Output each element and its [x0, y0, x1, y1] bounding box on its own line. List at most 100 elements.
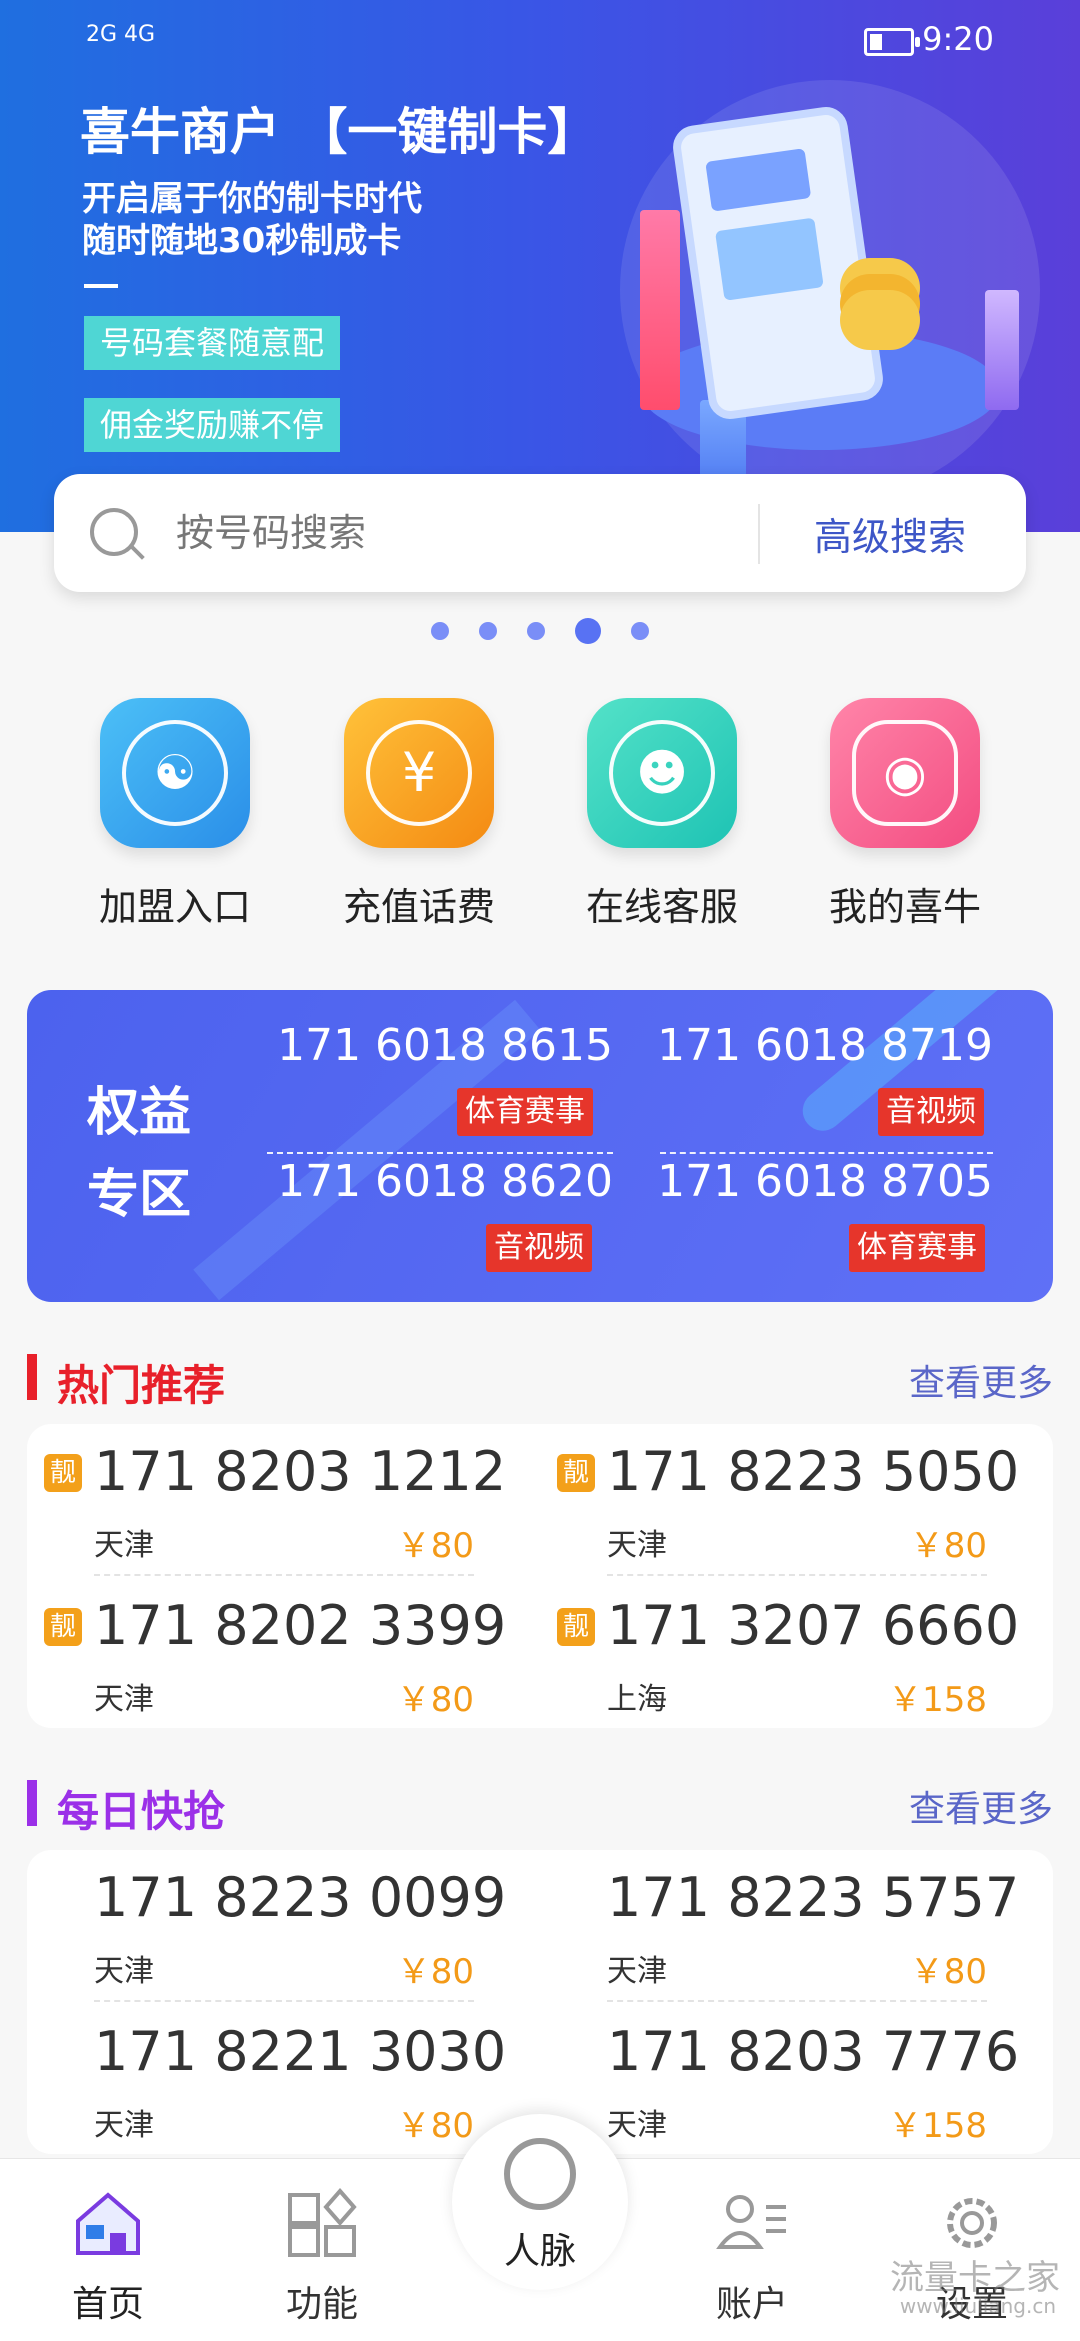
equity-divider	[267, 1152, 613, 1154]
equity-number[interactable]: 171 6018 8620	[267, 1156, 613, 1207]
pretty-number-badge: 靓	[44, 1454, 82, 1492]
hot-section-title: 热门推荐	[57, 1361, 226, 1410]
number-city: 天津	[607, 1954, 667, 1989]
row-divider	[607, 1574, 987, 1576]
number-item[interactable]: 靓 171 8203 1212 天津 ￥80	[44, 1424, 506, 1574]
equity-tag: 体育赛事	[849, 1224, 985, 1272]
phone-number: 171 8223 5050	[607, 1440, 1020, 1503]
number-item[interactable]: 靓 171 8223 5050 天津 ￥80	[557, 1424, 1019, 1574]
status-time: 9:20	[922, 20, 994, 58]
signal-indicator: 2G 4G	[86, 22, 156, 47]
phone-number: 171 8223 5757	[607, 1866, 1020, 1929]
carousel-indicator	[0, 618, 1080, 654]
equity-number[interactable]: 171 6018 8719	[647, 1020, 993, 1071]
equity-tag: 音视频	[486, 1224, 592, 1272]
battery-icon	[864, 28, 920, 56]
number-city: 天津	[94, 1528, 154, 1563]
banner-subtitle: 开启属于你的制卡时代 随时随地30秒制成卡	[82, 178, 422, 262]
equity-title-line2: 专区	[87, 1165, 192, 1225]
tab-label: 功能	[285, 2284, 358, 2325]
number-price: ￥80	[909, 1952, 987, 1992]
equity-number[interactable]: 171 6018 8615	[267, 1020, 613, 1071]
row-divider	[94, 1574, 474, 1576]
phone-number: 171 8223 0099	[94, 1866, 507, 1929]
banner-subtitle-line1: 开启属于你的制卡时代	[82, 179, 422, 219]
quick-action-recharge[interactable]: ¥ 充值话费	[319, 698, 519, 931]
number-city: 天津	[607, 2108, 667, 2143]
banner-bar-chart-decoration	[640, 210, 680, 410]
banner-coins-illustration	[840, 290, 920, 350]
tab-home[interactable]: 首页	[8, 2159, 208, 2341]
search-bar: 高级搜索	[54, 474, 1026, 592]
daily-numbers-card: 171 8223 0099 天津 ￥80 171 8223 5757 天津 ￥8…	[27, 1850, 1053, 2154]
gear-icon	[947, 2198, 997, 2248]
number-price: ￥80	[909, 1526, 987, 1566]
cow-icon: ◉	[830, 698, 980, 848]
search-divider	[758, 504, 760, 564]
phone-number: 171 8203 1212	[94, 1440, 507, 1503]
carousel-dot[interactable]	[431, 622, 449, 640]
banner-tag-2: 佣金奖励赚不停	[84, 398, 341, 452]
number-city: 上海	[607, 1682, 667, 1717]
number-price: ￥158	[888, 1680, 987, 1720]
number-price: ￥80	[396, 2106, 474, 2146]
watermark: 流量卡之家	[890, 2258, 1060, 2298]
daily-section-header: 每日快抢 查看更多	[27, 1774, 1053, 1836]
section-marker	[27, 1354, 37, 1400]
number-item[interactable]: 靓 171 8202 3399 天津 ￥80	[44, 1578, 506, 1728]
account-card-icon	[716, 2195, 786, 2249]
quick-action-support[interactable]: ☻ 在线客服	[562, 698, 762, 931]
status-bar: 2G 4G 9:20	[0, 0, 1080, 80]
equity-number[interactable]: 171 6018 8705	[647, 1156, 993, 1207]
phone-number: 171 8203 7776	[607, 2020, 1020, 2083]
tab-account[interactable]: 账户	[652, 2159, 852, 2341]
search-icon	[90, 508, 138, 556]
tab-label: 首页	[71, 2284, 144, 2325]
tab-label: 账户	[715, 2284, 788, 2325]
hot-numbers-card: 靓 171 8203 1212 天津 ￥80 靓 171 8223 5050 天…	[27, 1424, 1053, 1728]
quick-action-label: 在线客服	[585, 885, 738, 929]
number-city: 天津	[607, 1528, 667, 1563]
number-item[interactable]: 171 8203 7776 天津 ￥158	[607, 2004, 1019, 2154]
pretty-number-badge: 靓	[557, 1608, 595, 1646]
carousel-dot[interactable]	[479, 622, 497, 640]
advanced-search-button[interactable]: 高级搜索	[814, 506, 966, 561]
equity-zone[interactable]: 权益 专区 171 6018 8615 体育赛事 171 6018 8719 音…	[27, 990, 1053, 1302]
carousel-dot-active[interactable]	[575, 618, 601, 644]
number-city: 天津	[94, 1954, 154, 1989]
row-divider	[94, 2000, 474, 2002]
number-city: 天津	[94, 1682, 154, 1717]
tab-features[interactable]: 功能	[222, 2159, 422, 2341]
equity-tag: 体育赛事	[457, 1088, 593, 1136]
carousel-dot[interactable]	[527, 622, 545, 640]
phone-number: 171 8202 3399	[94, 1594, 507, 1657]
quick-action-join[interactable]: ☯ 加盟入口	[75, 698, 275, 931]
number-price: ￥80	[396, 1680, 474, 1720]
number-city: 天津	[94, 2108, 154, 2143]
row-divider	[607, 2000, 987, 2002]
number-item[interactable]: 靓 171 3207 6660 上海 ￥158	[557, 1578, 1019, 1728]
quick-actions: ☯ 加盟入口 ¥ 充值话费 ☻ 在线客服 ◉ 我的喜牛	[0, 698, 1080, 938]
number-item[interactable]: 171 8223 5757 天津 ￥80	[607, 1850, 1019, 2000]
daily-see-more-link[interactable]: 查看更多	[909, 1780, 1053, 1832]
quick-action-my-xiniu[interactable]: ◉ 我的喜牛	[805, 698, 1005, 931]
search-input[interactable]	[174, 504, 778, 562]
tab-contacts[interactable]: 人脉	[452, 2114, 628, 2290]
banner-title: 喜牛商户 【一键制卡】	[80, 103, 598, 161]
daily-section-title: 每日快抢	[57, 1787, 226, 1836]
section-marker	[27, 1780, 37, 1826]
equity-divider	[660, 1152, 993, 1154]
number-item[interactable]: 171 8223 0099 天津 ￥80	[94, 1850, 506, 2000]
quick-action-label: 充值话费	[342, 885, 495, 929]
phone-number: 171 8221 3030	[94, 2020, 507, 2083]
hot-see-more-link[interactable]: 查看更多	[909, 1354, 1053, 1406]
banner-tag-1: 号码套餐随意配	[84, 316, 341, 370]
quick-action-label: 加盟入口	[98, 885, 251, 929]
pretty-number-badge: 靓	[557, 1454, 595, 1492]
hot-section-header: 热门推荐 查看更多	[27, 1348, 1053, 1410]
carousel-dot[interactable]	[631, 622, 649, 640]
number-price: ￥80	[396, 1952, 474, 1992]
banner-bar-decoration	[985, 290, 1019, 410]
number-item[interactable]: 171 8221 3030 天津 ￥80	[94, 2004, 506, 2154]
users-icon: ☯	[100, 698, 250, 848]
